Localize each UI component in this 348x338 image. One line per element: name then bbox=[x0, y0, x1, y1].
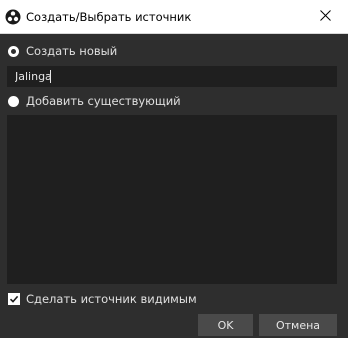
existing-sources-list[interactable] bbox=[7, 115, 337, 284]
create-select-source-dialog: Создать/Выбрать источник Создать новый Д… bbox=[0, 0, 348, 338]
ok-button[interactable]: OK bbox=[198, 314, 253, 336]
checkmark-icon bbox=[9, 295, 19, 303]
make-visible-label: Сделать источник видимым bbox=[26, 292, 197, 306]
create-new-radio[interactable] bbox=[8, 45, 19, 57]
obs-logo-icon bbox=[5, 9, 21, 25]
window-title: Создать/Выбрать источник bbox=[26, 10, 192, 24]
make-visible-checkbox[interactable] bbox=[8, 293, 20, 305]
create-new-label: Создать новый bbox=[26, 44, 118, 58]
cancel-button[interactable]: Отмена bbox=[259, 314, 337, 336]
add-existing-label: Добавить существующий bbox=[26, 94, 181, 108]
title-bar: Создать/Выбрать источник bbox=[0, 0, 348, 34]
close-button[interactable] bbox=[302, 0, 348, 33]
create-new-radio-option[interactable]: Создать новый bbox=[8, 43, 117, 59]
add-existing-radio[interactable] bbox=[8, 95, 19, 107]
add-existing-radio-option[interactable]: Добавить существующий bbox=[8, 93, 181, 109]
make-visible-option[interactable]: Сделать источник видимым bbox=[8, 291, 197, 307]
text-cursor bbox=[50, 70, 51, 83]
source-name-input[interactable] bbox=[7, 66, 337, 87]
close-icon bbox=[319, 9, 331, 24]
